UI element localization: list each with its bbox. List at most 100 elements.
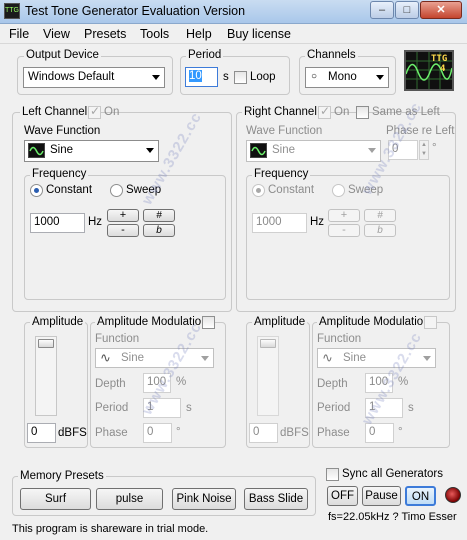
left-on-checkbox[interactable]	[88, 104, 101, 119]
right-amplitude-label: Amplitude	[252, 316, 308, 328]
menu-file[interactable]: File	[9, 27, 29, 41]
sine-wave-icon	[28, 143, 45, 158]
right-freq-plus-button[interactable]: +	[328, 209, 360, 222]
menu-bar: File View Presets Tools Help Buy license	[0, 24, 467, 44]
status-sample-rate: fs=22.05kHz ? Timo Esser	[328, 511, 457, 523]
right-on-label: On	[334, 106, 350, 118]
right-channel-label: Right Channel	[242, 106, 319, 118]
left-amplitude-unit: dBFS	[58, 427, 87, 439]
on-button[interactable]: ON	[405, 486, 436, 506]
right-sweep-radio[interactable]	[332, 184, 345, 197]
phase-re-left-spinner[interactable]: ▲ ▼	[419, 140, 429, 160]
pause-button[interactable]: Pause	[362, 486, 401, 506]
minimize-button[interactable]: –	[370, 1, 394, 19]
right-wave-select[interactable]: Sine	[246, 140, 381, 162]
right-am-function-select[interactable]: ∿ Sine	[317, 348, 436, 368]
right-phase-input[interactable]: 0	[365, 423, 394, 443]
chevron-down-icon	[376, 75, 384, 80]
right-freq-flat-button[interactable]: b	[364, 224, 396, 237]
loop-checkbox[interactable]	[234, 71, 247, 84]
app-icon: TTG	[4, 3, 20, 19]
preset-pulse-button[interactable]: pulse	[96, 488, 163, 510]
left-constant-radio[interactable]	[30, 184, 43, 197]
left-amplitude-slider[interactable]	[35, 336, 57, 416]
left-freq-plus-button[interactable]: +	[107, 209, 139, 222]
chevron-down-icon	[201, 356, 209, 361]
right-amplitude-slider[interactable]	[257, 336, 279, 416]
right-amplitude-unit: dBFS	[280, 427, 309, 439]
left-depth-unit: %	[176, 376, 187, 388]
channels-value: Mono	[328, 71, 357, 83]
close-button[interactable]: ✕	[420, 1, 462, 19]
right-wave-function-label: Wave Function	[246, 125, 323, 137]
left-frequency-input[interactable]: 1000	[30, 213, 85, 233]
right-amplitude-input[interactable]: 0	[249, 423, 278, 443]
left-channel-label: Left Channel	[20, 106, 90, 118]
left-freq-minus-button[interactable]: -	[107, 224, 139, 237]
left-frequency-label: Frequency	[30, 168, 89, 180]
window-title: Test Tone Generator Evaluation Version	[25, 4, 246, 18]
left-amplitude-slider-thumb[interactable]	[38, 339, 54, 348]
right-frequency-label: Frequency	[252, 168, 311, 180]
logo-text: TTG	[431, 54, 448, 64]
logo-number: 4	[440, 64, 446, 74]
left-on-label: On	[104, 106, 120, 118]
left-am-function-select[interactable]: ∿ Sine	[95, 348, 214, 368]
left-depth-label: Depth	[95, 378, 126, 390]
memory-presets-label: Memory Presets	[18, 470, 106, 482]
right-wave-value: Sine	[272, 144, 296, 156]
output-device-label: Output Device	[24, 49, 101, 61]
chevron-down-icon	[146, 148, 154, 153]
right-frequency-input[interactable]: 1000	[252, 213, 307, 233]
left-wave-value: Sine	[50, 144, 74, 156]
right-am-checkbox[interactable]	[424, 316, 437, 329]
status-message: This program is shareware in trial mode.	[12, 523, 209, 535]
right-freq-sharp-button[interactable]: #	[364, 209, 396, 222]
right-phase-label: Phase	[317, 427, 350, 439]
left-am-function-value: Sine	[121, 352, 145, 364]
right-frequency-unit: Hz	[310, 216, 325, 228]
off-button[interactable]: OFF	[327, 486, 358, 506]
left-freq-sharp-button[interactable]: #	[143, 209, 175, 222]
left-amplitude-label: Amplitude	[30, 316, 86, 328]
period-unit: s	[223, 71, 229, 83]
left-freq-flat-button[interactable]: b	[143, 224, 175, 237]
menu-presets[interactable]: Presets	[84, 27, 126, 41]
sync-generators-checkbox[interactable]	[326, 468, 339, 481]
sync-generators-label: Sync all Generators	[342, 468, 443, 480]
period-input[interactable]: 10	[185, 67, 218, 87]
right-am-label: Amplitude Modulation	[317, 316, 432, 328]
chevron-down-icon	[368, 148, 376, 153]
chevron-down-icon	[152, 75, 160, 80]
output-device-value: Windows Default	[28, 71, 115, 83]
preset-bass-slide-button[interactable]: Bass Slide	[244, 488, 308, 510]
ttg-logo: TTG 4	[404, 50, 454, 91]
menu-help[interactable]: Help	[186, 27, 212, 41]
menu-tools[interactable]: Tools	[140, 27, 169, 41]
left-amplitude-input[interactable]: 0	[27, 423, 56, 443]
output-device-select[interactable]: Windows Default	[23, 67, 165, 88]
left-phase-unit: °	[176, 426, 181, 438]
right-am-function-value: Sine	[343, 352, 367, 364]
left-phase-input[interactable]: 0	[143, 423, 172, 443]
left-phase-label: Phase	[95, 427, 128, 439]
maximize-button[interactable]: □	[395, 1, 419, 19]
sine-wave-icon: ∿	[100, 350, 111, 365]
menu-buy-license[interactable]: Buy license	[227, 27, 291, 41]
left-sweep-radio[interactable]	[110, 184, 123, 197]
status-led-icon	[445, 487, 461, 503]
right-amplitude-slider-thumb[interactable]	[260, 339, 276, 348]
sine-wave-icon	[250, 143, 267, 158]
left-am-period-label: Period	[95, 402, 129, 414]
menu-view[interactable]: View	[43, 27, 70, 41]
preset-pink-noise-button[interactable]: Pink Noise	[172, 488, 236, 510]
preset-surf-button[interactable]: Surf	[20, 488, 91, 510]
right-constant-radio[interactable]	[252, 184, 265, 197]
left-constant-label: Constant	[46, 184, 93, 196]
right-on-checkbox[interactable]	[318, 104, 331, 119]
right-function-label: Function	[317, 333, 362, 345]
right-freq-minus-button[interactable]: -	[328, 224, 360, 237]
same-as-left-checkbox[interactable]	[356, 106, 369, 119]
left-wave-select[interactable]: Sine	[24, 140, 159, 162]
channels-select[interactable]: ○ Mono	[305, 67, 389, 88]
